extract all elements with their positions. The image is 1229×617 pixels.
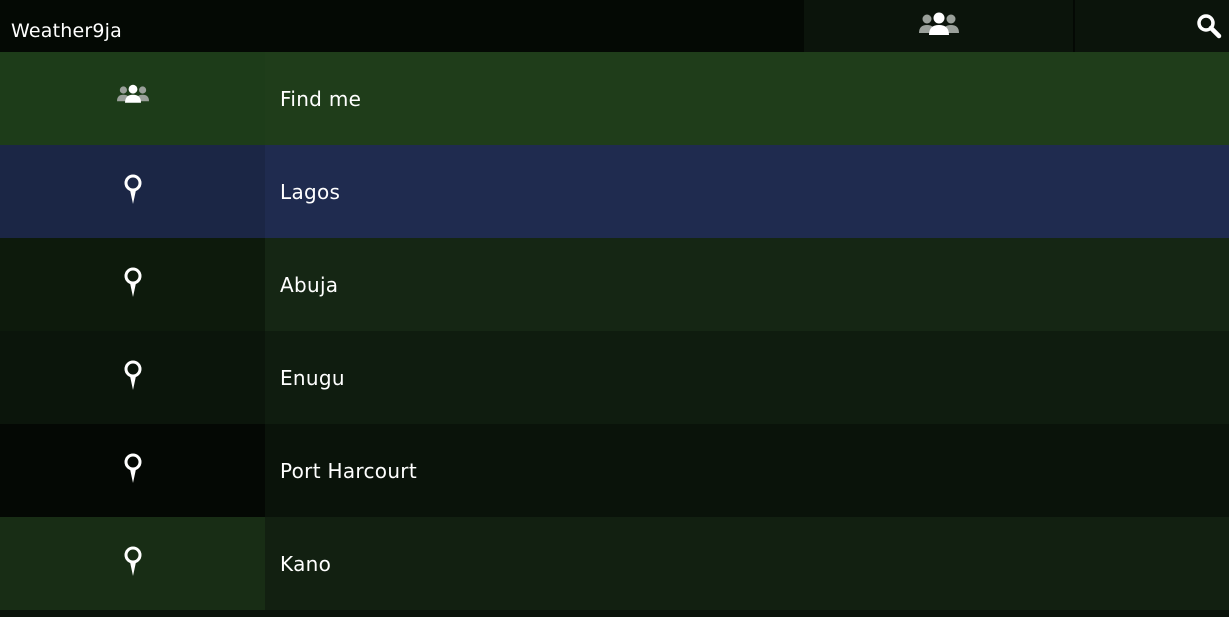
list-item-icon-cell xyxy=(0,145,265,238)
top-app-bar: Weather9ja xyxy=(0,0,1229,52)
people-group-icon xyxy=(116,83,149,109)
find-me-toolbar-button[interactable] xyxy=(804,0,1073,52)
map-pin-icon xyxy=(123,267,143,303)
map-pin-icon xyxy=(123,453,143,489)
map-pin-icon xyxy=(123,174,143,210)
list-item-label: Lagos xyxy=(280,179,341,204)
map-pin-icon xyxy=(123,546,143,582)
list-item-label: Enugu xyxy=(280,365,345,390)
list-item-icon-cell xyxy=(0,52,265,145)
list-item-icon-cell xyxy=(0,238,265,331)
list-item-port-harcourt[interactable]: Port Harcourt xyxy=(0,424,1229,517)
list-item-icon-cell xyxy=(0,517,265,610)
list-item-icon-cell xyxy=(0,424,265,517)
list-item-find-me[interactable]: Find me xyxy=(0,52,1229,145)
list-item-icon-cell xyxy=(0,331,265,424)
list-item-label: Kano xyxy=(280,551,332,576)
list-item-enugu[interactable]: Enugu xyxy=(0,331,1229,424)
list-item-abuja[interactable]: Abuja xyxy=(0,238,1229,331)
people-group-icon xyxy=(918,11,959,41)
list-item-label: Find me xyxy=(280,86,362,111)
map-pin-icon xyxy=(123,360,143,396)
list-item-lagos[interactable]: Lagos xyxy=(0,145,1229,238)
location-list: Find me Lagos Abuja Enugu Port Harcourt … xyxy=(0,52,1229,610)
list-bottom-edge xyxy=(0,610,1229,617)
app-title: Weather9ja xyxy=(11,20,123,42)
search-button[interactable] xyxy=(1074,0,1229,52)
list-item-kano[interactable]: Kano xyxy=(0,517,1229,610)
list-item-label: Abuja xyxy=(280,272,339,297)
list-item-label: Port Harcourt xyxy=(280,458,417,483)
